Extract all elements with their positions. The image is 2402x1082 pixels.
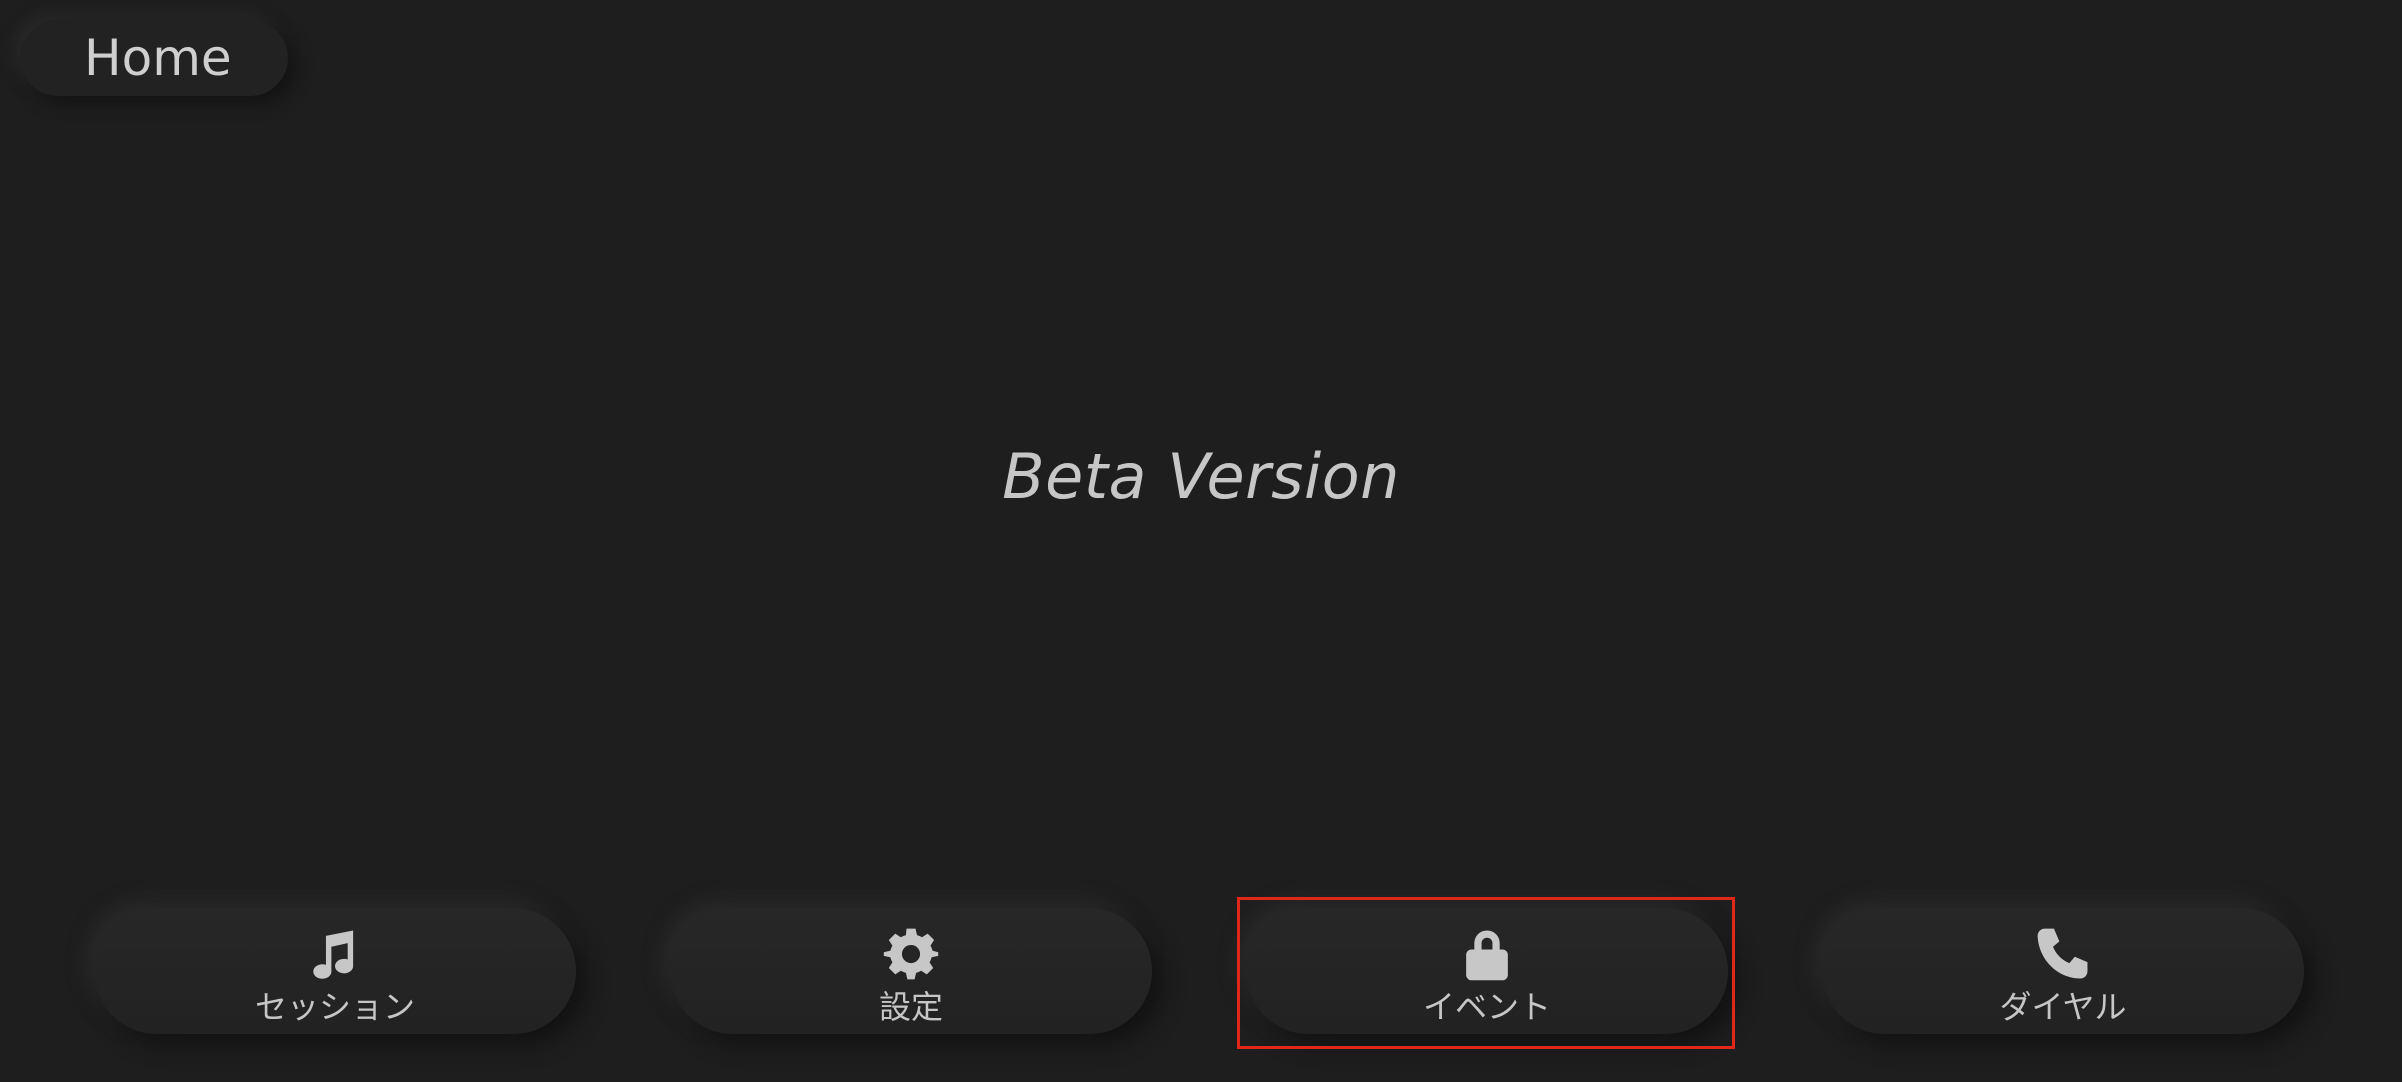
beta-version-label: Beta Version xyxy=(1002,440,1400,513)
nav-session-label: セッション xyxy=(254,988,415,1026)
nav-session-button[interactable]: セッション xyxy=(94,908,576,1034)
lock-icon xyxy=(1458,925,1516,983)
music-note-icon xyxy=(306,925,364,983)
nav-settings-button[interactable]: 設定 xyxy=(670,908,1152,1034)
home-button[interactable]: Home xyxy=(20,20,288,96)
nav-dial-button[interactable]: ダイヤル xyxy=(1822,908,2304,1034)
nav-event-button[interactable]: イベント xyxy=(1246,908,1728,1034)
nav-event-label: イベント xyxy=(1422,988,1551,1026)
phone-icon xyxy=(2034,925,2092,983)
home-label: Home xyxy=(84,29,232,87)
nav-settings-label: 設定 xyxy=(878,988,943,1026)
gear-icon xyxy=(882,925,940,983)
nav-dial-label: ダイヤル xyxy=(1999,988,2127,1026)
